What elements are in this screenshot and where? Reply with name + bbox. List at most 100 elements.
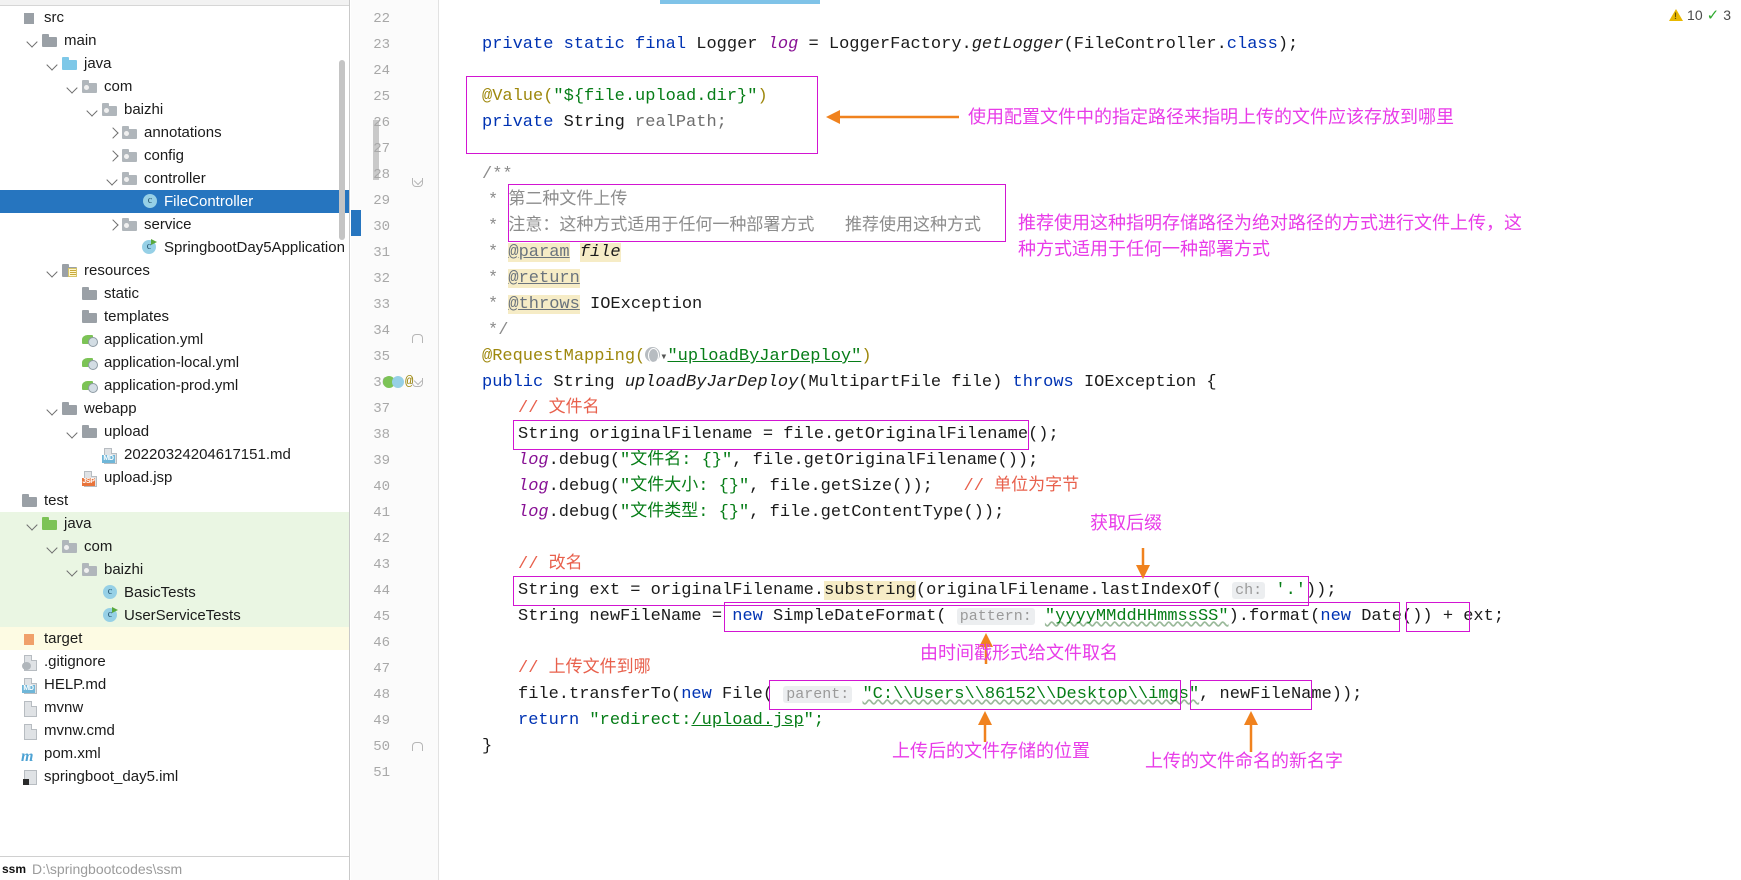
file-type-badge <box>22 661 31 670</box>
tree-item-webapp[interactable]: webapp <box>0 397 349 420</box>
tree-item-20220324204617151-md[interactable]: MD 20220324204617151.md <box>0 443 349 466</box>
chevron-right-icon[interactable] <box>106 126 119 139</box>
code-line-32[interactable]: * @return <box>488 266 580 292</box>
code-line-37[interactable]: // 文件名 <box>518 396 600 422</box>
tree-item--gitignore[interactable]: .gitignore <box>0 650 349 673</box>
code-editor[interactable]: 10 ✓ 3 private static final Logger log =… <box>440 0 1741 880</box>
tree-item-service[interactable]: service <box>0 213 349 236</box>
code-line-41[interactable]: log.debug("文件类型: {}", file.getContentTyp… <box>518 500 1004 526</box>
tree-item-upload-jsp[interactable]: JSP upload.jsp <box>0 466 349 489</box>
inspection-status-widget[interactable]: 10 ✓ 3 <box>1669 6 1731 24</box>
globe-icon[interactable] <box>645 347 661 363</box>
code-line-30[interactable]: * 注意：这种方式适用于任何一种部署方式 推荐使用这种方式 <box>488 214 981 240</box>
code-line-44[interactable]: String ext = originalFilename.substring(… <box>518 578 1337 604</box>
editor-gutter[interactable]: 22 23 24 25 26 27 28 29 30 31 32 33 34 35 36 37 38 39 40 41… <box>351 0 439 880</box>
code-line-47[interactable]: // 上传文件到哪 <box>518 656 651 682</box>
chevron-down-icon[interactable] <box>46 264 59 277</box>
chevron-down-icon[interactable] <box>46 57 59 70</box>
tree-item-target[interactable]: target <box>0 627 349 650</box>
code-line-40[interactable]: log.debug("文件大小: {}", file.getSize()); /… <box>518 474 1079 500</box>
java-class-icon <box>141 193 159 210</box>
code-line-39[interactable]: log.debug("文件名: {}", file.getOriginalFil… <box>518 448 1038 474</box>
tree-item-config[interactable]: config <box>0 144 349 167</box>
project-tree-panel[interactable]: src main java com baizhi annotations config con… <box>0 0 350 880</box>
tree-item-java[interactable]: java <box>0 52 349 75</box>
tree-item-com[interactable]: com <box>0 75 349 98</box>
code-line-23[interactable]: private static final Logger log = Logger… <box>482 32 1298 58</box>
tree-item-baizhi[interactable]: baizhi <box>0 98 349 121</box>
tree-item-mvnw-cmd[interactable]: mvnw.cmd <box>0 719 349 742</box>
param-hint-parent: parent: <box>783 686 853 703</box>
code-line-36[interactable]: public String uploadByJarDeploy(Multipar… <box>482 370 1217 396</box>
chevron-down-icon[interactable] <box>26 34 39 47</box>
code-line-45[interactable]: String newFileName = new SimpleDateForma… <box>518 604 1504 630</box>
code-line-43[interactable]: // 改名 <box>518 552 583 578</box>
fold-icon-36[interactable] <box>412 370 424 396</box>
code-line-34[interactable]: */ <box>488 318 508 344</box>
code-line-50[interactable]: } <box>482 734 492 760</box>
tree-item-application-prod-yml[interactable]: application-prod.yml <box>0 374 349 397</box>
spring-boot-class-icon <box>141 238 159 256</box>
sidebar-scrollbar[interactable] <box>339 60 345 240</box>
line-number: 40 <box>373 479 390 495</box>
tree-item-mvnw[interactable]: mvnw <box>0 696 349 719</box>
chevron-down-icon[interactable] <box>46 540 59 553</box>
tree-item-basictests[interactable]: BasicTests <box>0 581 349 604</box>
code-line-31[interactable]: * @param file <box>488 240 621 266</box>
chevron-right-icon[interactable] <box>106 218 119 231</box>
gitignore-file-icon <box>21 654 39 671</box>
fold-icon-34[interactable] <box>412 326 424 352</box>
tree-item-test[interactable]: test <box>0 489 349 512</box>
tree-item-com[interactable]: com <box>0 535 349 558</box>
upload-jsp-link[interactable]: /upload.jsp <box>691 711 803 730</box>
chevron-down-icon[interactable] <box>26 517 39 530</box>
fold-icon-28[interactable] <box>412 170 424 196</box>
chevron-down-icon[interactable] <box>106 172 119 185</box>
code-line-25[interactable]: @Value("${file.upload.dir}") <box>482 84 768 110</box>
code-line-38[interactable]: String originalFilename = file.getOrigin… <box>518 422 1059 448</box>
code-line-48[interactable]: file.transferTo(new File( parent: "C:\\U… <box>518 682 1362 708</box>
tree-item-pom-xml[interactable]: pom.xml <box>0 742 349 768</box>
chevron-down-icon[interactable] <box>46 402 59 415</box>
jsp-file-icon: JSP <box>81 470 99 487</box>
tree-item-src[interactable]: src <box>0 6 349 29</box>
tree-item-label: java <box>64 515 92 532</box>
resources-folder-icon <box>61 263 79 279</box>
tree-item-springboot-day5-iml[interactable]: springboot_day5.iml <box>0 765 349 788</box>
tree-item-help-md[interactable]: MD HELP.md <box>0 673 349 696</box>
tree-item-baizhi[interactable]: baizhi <box>0 558 349 581</box>
tree-item-springbootday5application[interactable]: SpringbootDay5Application <box>0 236 349 259</box>
chevron-down-icon[interactable] <box>66 563 79 576</box>
code-line-26[interactable]: private String realPath; <box>482 110 727 136</box>
code-line-49[interactable]: return "redirect:/upload.jsp"; <box>518 708 824 734</box>
tree-item-label: static <box>104 285 140 302</box>
code-line-33[interactable]: * @throws IOException <box>488 292 702 318</box>
code-line-35[interactable]: @RequestMapping(▾"uploadByJarDeploy") <box>482 344 872 370</box>
fold-icon-50[interactable] <box>412 734 424 760</box>
tree-item-resources[interactable]: resources <box>0 259 349 282</box>
tree-item-application-local-yml[interactable]: application-local.yml <box>0 351 349 374</box>
tree-item-annotations[interactable]: annotations <box>0 121 349 144</box>
tree-item-filecontroller[interactable]: FileController <box>0 190 349 213</box>
chevron-down-icon[interactable] <box>66 80 79 93</box>
chevron-down-icon[interactable] <box>86 103 99 116</box>
tree-item-java[interactable]: java <box>0 512 349 535</box>
file-icon <box>21 700 39 717</box>
annotation-gutter-icon[interactable]: @ <box>405 374 413 390</box>
code-line-29[interactable]: * 第二种文件上传 <box>488 188 627 214</box>
tree-item-static[interactable]: static <box>0 282 349 305</box>
tree-item-templates[interactable]: templates <box>0 305 349 328</box>
tree-item-main[interactable]: main <box>0 29 349 52</box>
tree-item-label: BasicTests <box>124 584 196 601</box>
tree-item-controller[interactable]: controller <box>0 167 349 190</box>
chevron-right-icon[interactable] <box>106 149 119 162</box>
module-badge: ssm <box>2 861 27 876</box>
spring-bean-gutter-icon[interactable] <box>383 376 404 389</box>
tree-item-userservicetests[interactable]: UserServiceTests <box>0 604 349 627</box>
tree-item-application-yml[interactable]: application.yml <box>0 328 349 351</box>
code-line-28[interactable]: /** <box>482 162 513 188</box>
chevron-down-icon[interactable] <box>66 425 79 438</box>
tree-item-upload[interactable]: upload <box>0 420 349 443</box>
